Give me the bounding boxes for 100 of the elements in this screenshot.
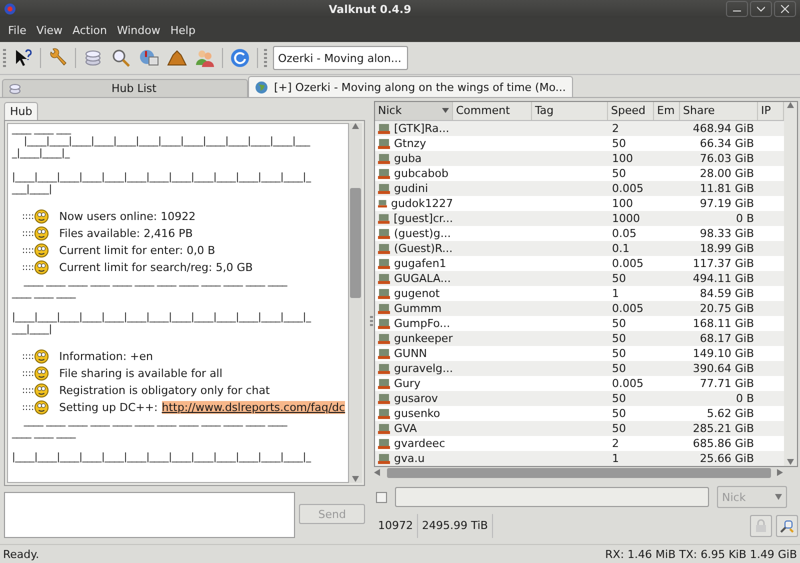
column-header[interactable]: Tag <box>532 102 608 120</box>
nick-cell: [GTK]Ra... <box>394 122 450 135</box>
tab[interactable]: [+] Ozerki - Moving along on the wings of time (Mo... <box>248 76 573 97</box>
message-prefix: :::: <box>22 262 34 272</box>
share-cell-text: 0 B <box>734 392 755 405</box>
hub-tab[interactable]: Hub <box>4 102 38 120</box>
speed-cell-text: 2 <box>611 436 620 450</box>
app-logo-icon <box>4 3 16 15</box>
nick-cell: GUNN <box>394 346 428 360</box>
smiley-icon <box>34 400 50 415</box>
share-cell-text: 5.62 GiB <box>706 406 755 420</box>
column-header[interactable]: Em <box>654 102 680 120</box>
user-icon <box>378 227 390 240</box>
chat-message: Files available: 2,416 PB <box>59 227 193 240</box>
message-prefix: :::: <box>22 212 34 222</box>
disc-stack-icon <box>9 82 21 94</box>
user-icon <box>378 332 390 344</box>
speed-cell-text: 0.005 <box>611 302 644 315</box>
ascii-art-line: ____ ____ ___ <box>12 124 72 136</box>
maximize-button[interactable] <box>750 1 772 17</box>
splitter-handle-icon[interactable] <box>370 316 372 326</box>
message-input-field[interactable] <box>4 492 296 538</box>
message-prefix: :::: <box>22 368 34 378</box>
minimize-button[interactable] <box>726 1 748 17</box>
smiley-icon <box>34 243 50 258</box>
connect-button[interactable] <box>776 515 798 538</box>
chat-link[interactable]: http://www.dslreports.com/faq/dc <box>162 401 346 414</box>
ascii-art-line: ____ ____ ____ <box>12 428 77 440</box>
chat-message: Information: +en <box>59 350 153 363</box>
user-icon <box>378 377 390 390</box>
nick-cell: gudok1227 <box>390 196 453 210</box>
chat-message: Now users online: 10922 <box>59 210 196 223</box>
chat-message: Setting up DC++: <box>59 401 158 414</box>
nick-cell: (guest)g... <box>394 226 451 240</box>
menu-item[interactable]: Help <box>165 24 200 36</box>
speed-cell-text: 0.005 <box>611 182 644 195</box>
padlock-icon <box>755 519 767 534</box>
nick-cell: Gtnzy <box>394 136 426 150</box>
refresh-icon[interactable] <box>229 47 251 69</box>
nick-cell: Gummm <box>394 302 442 315</box>
menu-item[interactable]: File <box>3 24 32 36</box>
globe-icon <box>255 80 268 94</box>
user-icon <box>378 452 390 464</box>
share-cell-text: 68.17 GiB <box>698 332 755 345</box>
nick-cell: gugenot <box>394 286 440 300</box>
speed-cell-text: 50 <box>611 422 627 435</box>
share-cell-text: 11.81 GiB <box>698 182 755 195</box>
menu-item[interactable]: View <box>31 24 68 36</box>
speed-cell-text: 2 <box>611 122 620 135</box>
user-icon <box>378 167 390 180</box>
share-cell-text: 390.64 GiB <box>692 362 755 375</box>
user-icon <box>378 242 390 254</box>
speed-cell-text: 100 <box>611 152 634 165</box>
message-prefix: :::: <box>22 228 34 238</box>
tab[interactable]: Hub List <box>2 79 248 97</box>
speed-cell-text: 100 <box>611 196 634 210</box>
share-cell-text: 685.86 GiB <box>692 436 755 450</box>
column-header[interactable]: Share <box>680 102 758 120</box>
vertical-scrollbar[interactable] <box>349 123 362 483</box>
ascii-art-line: ____ ____ ____ ____ ____ ____ ____ ____ ____ ____ ____ ____ <box>22 276 288 288</box>
speed-cell-text: 50 <box>611 316 627 330</box>
share-cell-text: 0 B <box>734 212 755 225</box>
traffic-status: RX: 1.46 MiB TX: 6.95 KiB 1.49 GiB <box>605 548 797 560</box>
nick-cell: gubcabob <box>394 166 448 180</box>
arrow-icon <box>787 102 794 109</box>
user-icon <box>378 422 390 434</box>
ascii-art-line: ___|____| <box>12 324 53 336</box>
nick-cell: gvardeec <box>394 436 446 450</box>
speed-cell-text: 1000 <box>611 212 641 225</box>
share-cell-text: 76.03 GiB <box>698 152 755 165</box>
speed-cell-text: 0.005 <box>611 256 644 270</box>
ascii-art-line: |____|____|____|____|____|____|____|____|____|____|____|____|____|_ <box>12 312 312 324</box>
user-icon <box>378 182 390 194</box>
speed-cell-text: 1 <box>611 286 620 300</box>
speed-cell-text: 50 <box>611 406 627 420</box>
user-icon <box>378 152 390 164</box>
search-icon[interactable] <box>110 47 132 69</box>
smiley-icon <box>34 383 50 398</box>
share-cell-text: 494.11 GiB <box>692 272 755 285</box>
column-header[interactable]: Comment <box>453 102 532 120</box>
user-icon <box>378 407 390 420</box>
filter-field[interactable] <box>395 487 709 508</box>
vertical-scrollbar[interactable] <box>784 102 797 466</box>
share-cell-text: 25.66 GiB <box>698 452 755 465</box>
user-icon <box>378 317 390 330</box>
share-cell-text: 20.75 GiB <box>698 302 755 315</box>
close-button[interactable] <box>774 1 796 17</box>
column-header[interactable]: Speed <box>608 102 654 120</box>
nick-cell: gudini <box>394 182 428 195</box>
hub-combo[interactable]: Ozerki - Moving alon... <box>273 46 408 70</box>
filter-checkbox[interactable] <box>376 492 387 503</box>
share-cell-text: 149.10 GiB <box>692 346 755 360</box>
user-icon <box>378 392 390 404</box>
menu-item[interactable]: Window <box>112 24 166 36</box>
window-title: Valknut 0.4.9 <box>328 2 412 16</box>
nick-cell: Gury <box>394 376 421 390</box>
menu-item[interactable]: Action <box>68 24 112 36</box>
share-cell-text: 97.19 GiB <box>698 196 755 210</box>
nick-cell: gva.u <box>394 452 425 465</box>
column-header[interactable]: Nick <box>375 102 453 120</box>
